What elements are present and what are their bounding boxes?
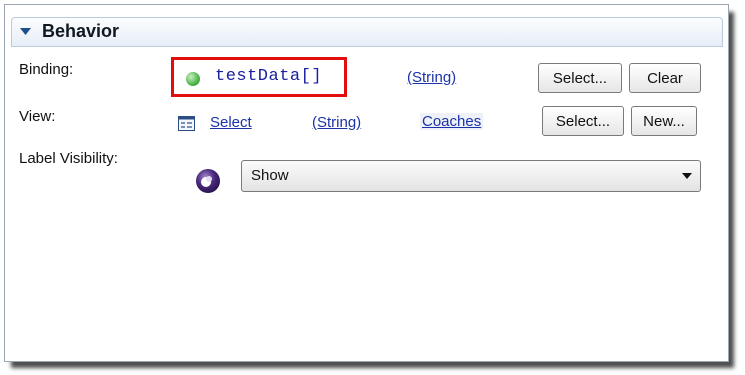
view-select-button[interactable]: Select... bbox=[542, 106, 624, 136]
view-select-link[interactable]: Select bbox=[210, 114, 252, 131]
binding-label: Binding: bbox=[19, 61, 74, 78]
binding-clear-button[interactable]: Clear bbox=[629, 63, 701, 93]
purple-orb-icon bbox=[196, 169, 220, 193]
coaches-link[interactable]: Coaches bbox=[420, 113, 484, 130]
dropdown-selected-value: Show bbox=[251, 167, 289, 184]
form-icon[interactable] bbox=[178, 116, 195, 131]
binding-value[interactable]: testData[] bbox=[215, 67, 322, 86]
behavior-section-header[interactable]: Behavior bbox=[11, 17, 723, 47]
label-visibility-label: Label Visibility: bbox=[19, 150, 118, 167]
label-visibility-dropdown[interactable]: Show bbox=[241, 160, 701, 192]
section-title: Behavior bbox=[42, 21, 120, 41]
properties-panel: Behavior Binding: testData[] (String) Se… bbox=[4, 4, 729, 362]
green-dot-icon bbox=[186, 72, 200, 86]
triangle-down-icon[interactable] bbox=[20, 28, 31, 36]
view-type-link[interactable]: (String) bbox=[312, 114, 361, 131]
view-label: View: bbox=[19, 108, 56, 125]
binding-type-link[interactable]: (String) bbox=[407, 69, 456, 86]
binding-select-button[interactable]: Select... bbox=[538, 63, 622, 93]
view-new-button[interactable]: New... bbox=[631, 106, 697, 136]
dropdown-arrow-icon[interactable] bbox=[682, 173, 692, 179]
